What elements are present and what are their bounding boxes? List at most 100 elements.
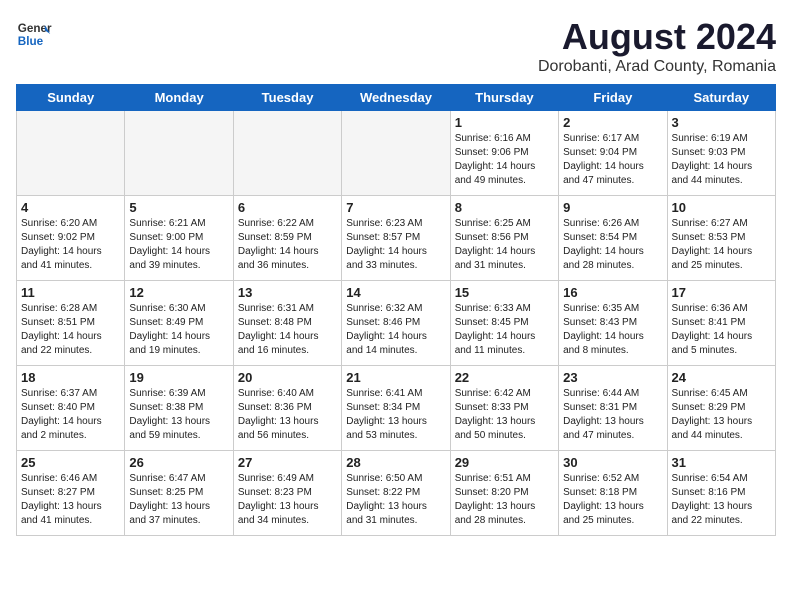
day-info: Sunrise: 6:41 AM Sunset: 8:34 PM Dayligh… xyxy=(346,387,445,443)
day-info: Sunrise: 6:54 AM Sunset: 8:16 PM Dayligh… xyxy=(672,472,771,528)
calendar-cell: 11 Sunrise: 6:28 AM Sunset: 8:51 PM Dayli… xyxy=(17,281,125,366)
calendar-cell: 15Sunrise: 6:33 AM Sunset: 8:45 PM Dayli… xyxy=(450,281,558,366)
day-info: Sunrise: 6:46 AM Sunset: 8:27 PM Dayligh… xyxy=(21,472,120,528)
day-info: Sunrise: 6:40 AM Sunset: 8:36 PM Dayligh… xyxy=(238,387,337,443)
day-info: Sunrise: 6:44 AM Sunset: 8:31 PM Dayligh… xyxy=(563,387,662,443)
day-info: Sunrise: 6:25 AM Sunset: 8:56 PM Dayligh… xyxy=(455,217,554,273)
day-info: Sunrise: 6:37 AM Sunset: 8:40 PM Dayligh… xyxy=(21,387,120,443)
day-number: 28 xyxy=(346,455,445,470)
weekday-header-wednesday: Wednesday xyxy=(342,85,450,111)
week-row-2: 4 Sunrise: 6:20 AM Sunset: 9:02 PM Daylig… xyxy=(17,196,776,281)
day-number: 2 xyxy=(563,115,662,130)
week-row-4: 18 Sunrise: 6:37 AM Sunset: 8:40 PM Dayli… xyxy=(17,366,776,451)
day-info: Sunrise: 6:52 AM Sunset: 8:18 PM Dayligh… xyxy=(563,472,662,528)
calendar-cell: 18 Sunrise: 6:37 AM Sunset: 8:40 PM Dayli… xyxy=(17,366,125,451)
day-number: 16 xyxy=(563,285,662,300)
day-number: 4 xyxy=(21,200,120,215)
day-info: Sunrise: 6:50 AM Sunset: 8:22 PM Dayligh… xyxy=(346,472,445,528)
calendar-cell: 6 Sunrise: 6:22 AM Sunset: 8:59 PM Daylig… xyxy=(233,196,341,281)
calendar-cell: 29 Sunrise: 6:51 AM Sunset: 8:20 PM Dayli… xyxy=(450,451,558,536)
header: General Blue August 2024 Dorobanti, Arad… xyxy=(16,16,776,76)
calendar-cell: 25 Sunrise: 6:46 AM Sunset: 8:27 PM Dayli… xyxy=(17,451,125,536)
day-number: 12 xyxy=(129,285,228,300)
week-row-5: 25 Sunrise: 6:46 AM Sunset: 8:27 PM Dayli… xyxy=(17,451,776,536)
calendar-cell: 14 Sunrise: 6:32 AM Sunset: 8:46 PM Dayli… xyxy=(342,281,450,366)
calendar-cell: 1Sunrise: 6:16 AM Sunset: 9:06 PM Daylig… xyxy=(450,111,558,196)
day-number: 20 xyxy=(238,370,337,385)
calendar-cell: 5 Sunrise: 6:21 AM Sunset: 9:00 PM Daylig… xyxy=(125,196,233,281)
calendar-cell: 2 Sunrise: 6:17 AM Sunset: 9:04 PM Daylig… xyxy=(559,111,667,196)
day-info: Sunrise: 6:28 AM Sunset: 8:51 PM Dayligh… xyxy=(21,302,120,358)
day-number: 26 xyxy=(129,455,228,470)
day-number: 31 xyxy=(672,455,771,470)
day-info: Sunrise: 6:51 AM Sunset: 8:20 PM Dayligh… xyxy=(455,472,554,528)
calendar-cell: 12 Sunrise: 6:30 AM Sunset: 8:49 PM Dayli… xyxy=(125,281,233,366)
day-info: Sunrise: 6:35 AM Sunset: 8:43 PM Dayligh… xyxy=(563,302,662,358)
day-number: 22 xyxy=(455,370,554,385)
day-info: Sunrise: 6:47 AM Sunset: 8:25 PM Dayligh… xyxy=(129,472,228,528)
weekday-header-monday: Monday xyxy=(125,85,233,111)
day-info: Sunrise: 6:39 AM Sunset: 8:38 PM Dayligh… xyxy=(129,387,228,443)
calendar-cell: 9Sunrise: 6:26 AM Sunset: 8:54 PM Daylig… xyxy=(559,196,667,281)
day-info: Sunrise: 6:20 AM Sunset: 9:02 PM Dayligh… xyxy=(21,217,120,273)
day-number: 9 xyxy=(563,200,662,215)
day-info: Sunrise: 6:17 AM Sunset: 9:04 PM Dayligh… xyxy=(563,132,662,188)
week-row-3: 11 Sunrise: 6:28 AM Sunset: 8:51 PM Dayli… xyxy=(17,281,776,366)
calendar-cell: 20 Sunrise: 6:40 AM Sunset: 8:36 PM Dayli… xyxy=(233,366,341,451)
calendar-cell: 17Sunrise: 6:36 AM Sunset: 8:41 PM Dayli… xyxy=(667,281,775,366)
calendar-cell: 8Sunrise: 6:25 AM Sunset: 8:56 PM Daylig… xyxy=(450,196,558,281)
day-number: 3 xyxy=(672,115,771,130)
day-number: 17 xyxy=(672,285,771,300)
calendar-cell: 30 Sunrise: 6:52 AM Sunset: 8:18 PM Dayli… xyxy=(559,451,667,536)
day-number: 13 xyxy=(238,285,337,300)
logo: General Blue xyxy=(16,16,52,52)
svg-text:Blue: Blue xyxy=(18,35,44,48)
weekday-header-sunday: Sunday xyxy=(17,85,125,111)
calendar-cell: 24 Sunrise: 6:45 AM Sunset: 8:29 PM Dayli… xyxy=(667,366,775,451)
day-info: Sunrise: 6:32 AM Sunset: 8:46 PM Dayligh… xyxy=(346,302,445,358)
day-number: 19 xyxy=(129,370,228,385)
calendar-cell: 10Sunrise: 6:27 AM Sunset: 8:53 PM Dayli… xyxy=(667,196,775,281)
day-number: 6 xyxy=(238,200,337,215)
day-number: 7 xyxy=(346,200,445,215)
calendar-table: SundayMondayTuesdayWednesdayThursdayFrid… xyxy=(16,84,776,536)
day-info: Sunrise: 6:22 AM Sunset: 8:59 PM Dayligh… xyxy=(238,217,337,273)
day-info: Sunrise: 6:23 AM Sunset: 8:57 PM Dayligh… xyxy=(346,217,445,273)
day-info: Sunrise: 6:30 AM Sunset: 8:49 PM Dayligh… xyxy=(129,302,228,358)
logo-icon: General Blue xyxy=(16,16,52,52)
weekday-header-friday: Friday xyxy=(559,85,667,111)
calendar-cell: 21Sunrise: 6:41 AM Sunset: 8:34 PM Dayli… xyxy=(342,366,450,451)
day-number: 1 xyxy=(455,115,554,130)
calendar-cell: 19 Sunrise: 6:39 AM Sunset: 8:38 PM Dayli… xyxy=(125,366,233,451)
day-number: 5 xyxy=(129,200,228,215)
weekday-header-row: SundayMondayTuesdayWednesdayThursdayFrid… xyxy=(17,85,776,111)
calendar-cell xyxy=(342,111,450,196)
location-title: Dorobanti, Arad County, Romania xyxy=(538,58,776,76)
day-number: 27 xyxy=(238,455,337,470)
day-info: Sunrise: 6:49 AM Sunset: 8:23 PM Dayligh… xyxy=(238,472,337,528)
day-number: 30 xyxy=(563,455,662,470)
day-number: 29 xyxy=(455,455,554,470)
day-info: Sunrise: 6:21 AM Sunset: 9:00 PM Dayligh… xyxy=(129,217,228,273)
calendar-cell xyxy=(233,111,341,196)
day-number: 18 xyxy=(21,370,120,385)
weekday-header-tuesday: Tuesday xyxy=(233,85,341,111)
day-number: 24 xyxy=(672,370,771,385)
calendar-cell xyxy=(125,111,233,196)
calendar-cell: 16 Sunrise: 6:35 AM Sunset: 8:43 PM Dayli… xyxy=(559,281,667,366)
week-row-1: 1Sunrise: 6:16 AM Sunset: 9:06 PM Daylig… xyxy=(17,111,776,196)
day-info: Sunrise: 6:45 AM Sunset: 8:29 PM Dayligh… xyxy=(672,387,771,443)
calendar-cell: 3Sunrise: 6:19 AM Sunset: 9:03 PM Daylig… xyxy=(667,111,775,196)
calendar-cell xyxy=(17,111,125,196)
day-number: 15 xyxy=(455,285,554,300)
weekday-header-thursday: Thursday xyxy=(450,85,558,111)
day-number: 14 xyxy=(346,285,445,300)
calendar-cell: 4 Sunrise: 6:20 AM Sunset: 9:02 PM Daylig… xyxy=(17,196,125,281)
weekday-header-saturday: Saturday xyxy=(667,85,775,111)
day-number: 11 xyxy=(21,285,120,300)
day-number: 25 xyxy=(21,455,120,470)
day-number: 23 xyxy=(563,370,662,385)
calendar-cell: 28 Sunrise: 6:50 AM Sunset: 8:22 PM Dayli… xyxy=(342,451,450,536)
calendar-cell: 13Sunrise: 6:31 AM Sunset: 8:48 PM Dayli… xyxy=(233,281,341,366)
day-info: Sunrise: 6:27 AM Sunset: 8:53 PM Dayligh… xyxy=(672,217,771,273)
